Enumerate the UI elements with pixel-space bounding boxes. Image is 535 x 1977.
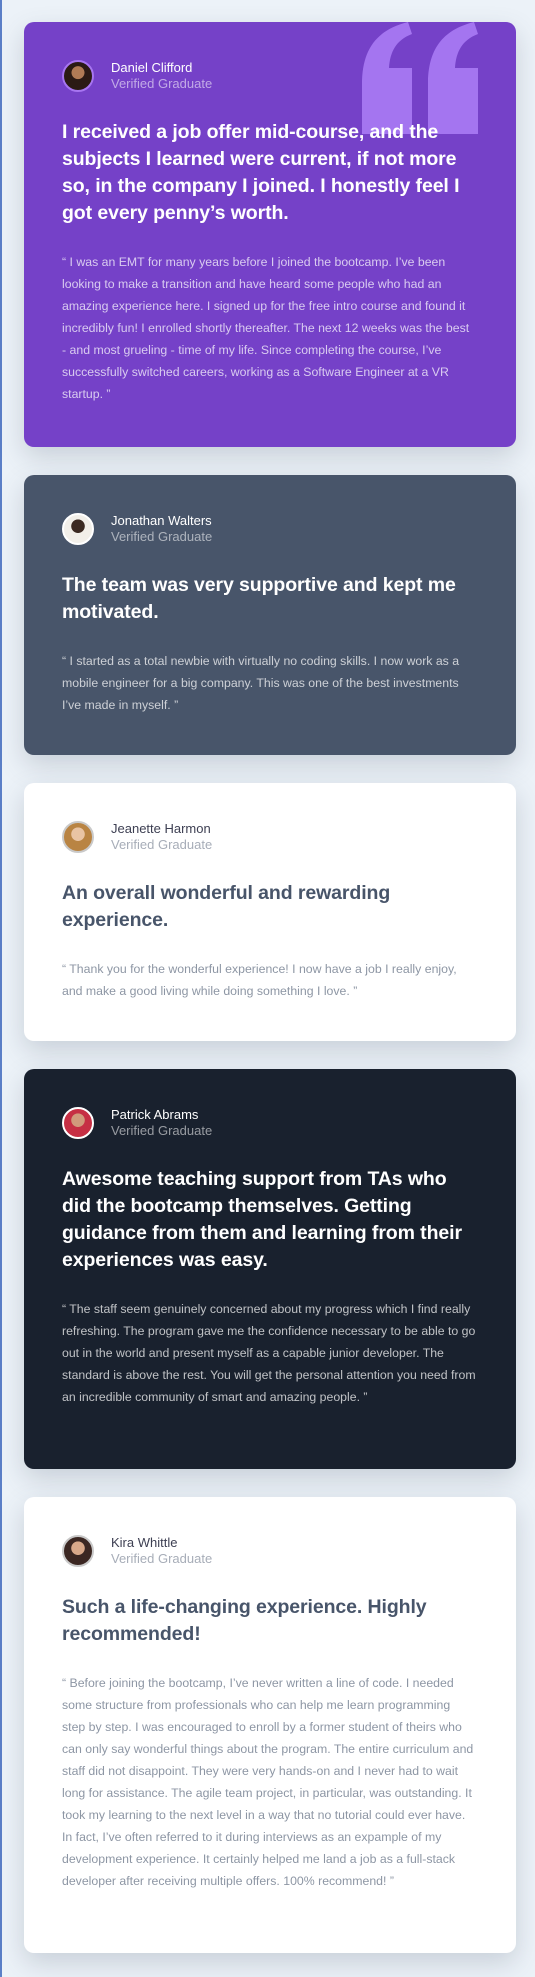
- card-header: Patrick Abrams Verified Graduate: [62, 1107, 476, 1139]
- testimonial-body: “ I was an EMT for many years before I j…: [62, 255, 470, 401]
- testimonial-card-jonathan-walters: Jonathan Walters Verified Graduate The t…: [24, 475, 516, 755]
- testimonial-card-jeanette-harmon: Jeanette Harmon Verified Graduate An ove…: [24, 783, 516, 1041]
- testimonial-body: “ Thank you for the wonderful experience…: [62, 962, 457, 998]
- testimonial-card-daniel-clifford: Daniel Clifford Verified Graduate I rece…: [24, 22, 516, 447]
- testimonial-body: “ Before joining the bootcamp, I’ve neve…: [62, 1676, 474, 1888]
- card-header: Daniel Clifford Verified Graduate: [62, 60, 476, 92]
- author-role: Verified Graduate: [111, 837, 213, 852]
- testimonial-headline: Awesome teaching support from TAs who di…: [62, 1168, 462, 1271]
- avatar: [62, 513, 94, 545]
- author-role: Verified Graduate: [111, 529, 213, 544]
- author-name: Daniel Clifford: [111, 60, 193, 75]
- author-role: Verified Graduate: [111, 1123, 213, 1138]
- testimonials-list: Daniel Clifford Verified Graduate I rece…: [2, 0, 535, 1953]
- avatar: [62, 1535, 94, 1567]
- testimonial-headline: I received a job offer mid-course, and t…: [62, 121, 460, 224]
- avatar: [62, 60, 94, 92]
- card-header: Kira Whittle Verified Graduate: [62, 1535, 476, 1567]
- author-role: Verified Graduate: [111, 1551, 213, 1566]
- author-name: Jonathan Walters: [111, 513, 212, 528]
- avatar: [62, 1107, 94, 1139]
- testimonial-body: “ I started as a total newbie with virtu…: [62, 654, 460, 712]
- author-name: Patrick Abrams: [111, 1107, 199, 1122]
- testimonial-card-kira-whittle: Kira Whittle Verified Graduate Such a li…: [24, 1497, 516, 1953]
- avatar: [62, 821, 94, 853]
- card-header: Jonathan Walters Verified Graduate: [62, 513, 476, 545]
- testimonial-card-patrick-abrams: Patrick Abrams Verified Graduate Awesome…: [24, 1069, 516, 1469]
- author-role: Verified Graduate: [111, 76, 213, 91]
- author-name: Kira Whittle: [111, 1535, 178, 1550]
- testimonial-headline: Such a life-changing experience. Highly …: [62, 1596, 427, 1645]
- testimonial-headline: The team was very supportive and kept me…: [62, 574, 456, 623]
- card-header: Jeanette Harmon Verified Graduate: [62, 821, 476, 853]
- author-name: Jeanette Harmon: [111, 821, 211, 836]
- testimonial-headline: An overall wonderful and rewarding exper…: [62, 882, 391, 931]
- testimonial-body: “ The staff seem genuinely concerned abo…: [62, 1302, 476, 1404]
